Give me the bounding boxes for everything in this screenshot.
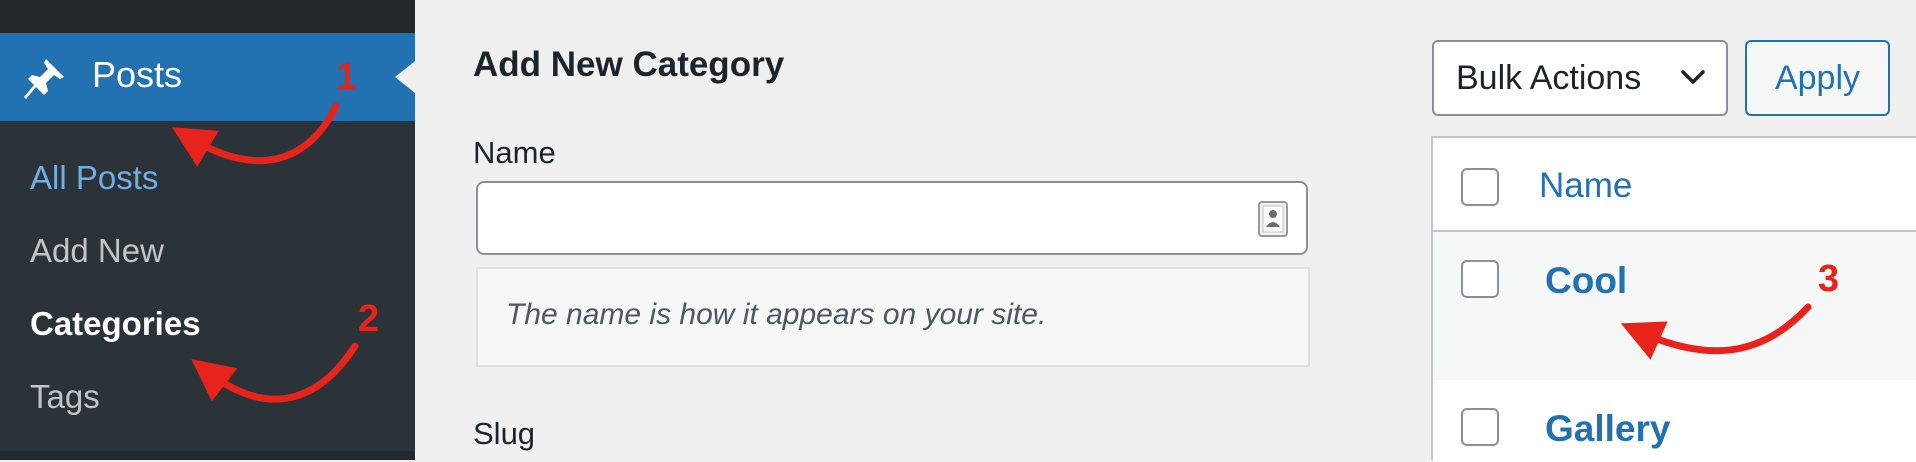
table-row: Gallery [1433,380,1916,462]
form-title: Add New Category [473,45,785,84]
name-help-box: The name is how it appears on your site. [476,267,1310,367]
contact-card-icon [1258,201,1288,237]
slug-label: Slug [473,416,536,451]
category-link-gallery[interactable]: Gallery [1545,410,1670,447]
category-link-cool[interactable]: Cool [1545,262,1627,299]
posts-submenu: All Posts Add New Categories Tags [0,121,415,451]
categories-table: Name Cool Gallery [1431,136,1916,462]
select-all-checkbox[interactable] [1461,168,1499,206]
row-checkbox[interactable] [1461,408,1499,446]
name-help-text: The name is how it appears on your site. [506,298,1047,331]
submenu-all-posts[interactable]: All Posts [30,161,158,194]
submenu-add-new[interactable]: Add New [30,234,164,267]
table-row: Cool [1433,232,1916,380]
chevron-down-icon [1681,70,1705,84]
menu-item-posts-label: Posts [92,54,183,95]
annotation-step-1: 1 [336,56,358,98]
bulk-actions-select[interactable]: Bulk Actions [1432,40,1728,116]
current-menu-pointer [395,61,415,93]
apply-button[interactable]: Apply [1745,40,1890,116]
submenu-categories[interactable]: Categories [30,307,201,340]
pushpin-icon [24,59,64,99]
sidebar-bottom-strip [0,451,415,460]
annotation-step-3: 3 [1818,258,1840,300]
column-header-name[interactable]: Name [1539,168,1632,203]
bulk-actions-label: Bulk Actions [1456,59,1642,97]
submenu-tags[interactable]: Tags [30,380,100,413]
annotation-step-2: 2 [358,298,380,340]
sidebar-top-strip [0,0,415,33]
name-label: Name [473,135,556,170]
table-header: Name [1433,138,1916,232]
row-checkbox[interactable] [1461,260,1499,298]
name-input[interactable] [476,181,1308,255]
